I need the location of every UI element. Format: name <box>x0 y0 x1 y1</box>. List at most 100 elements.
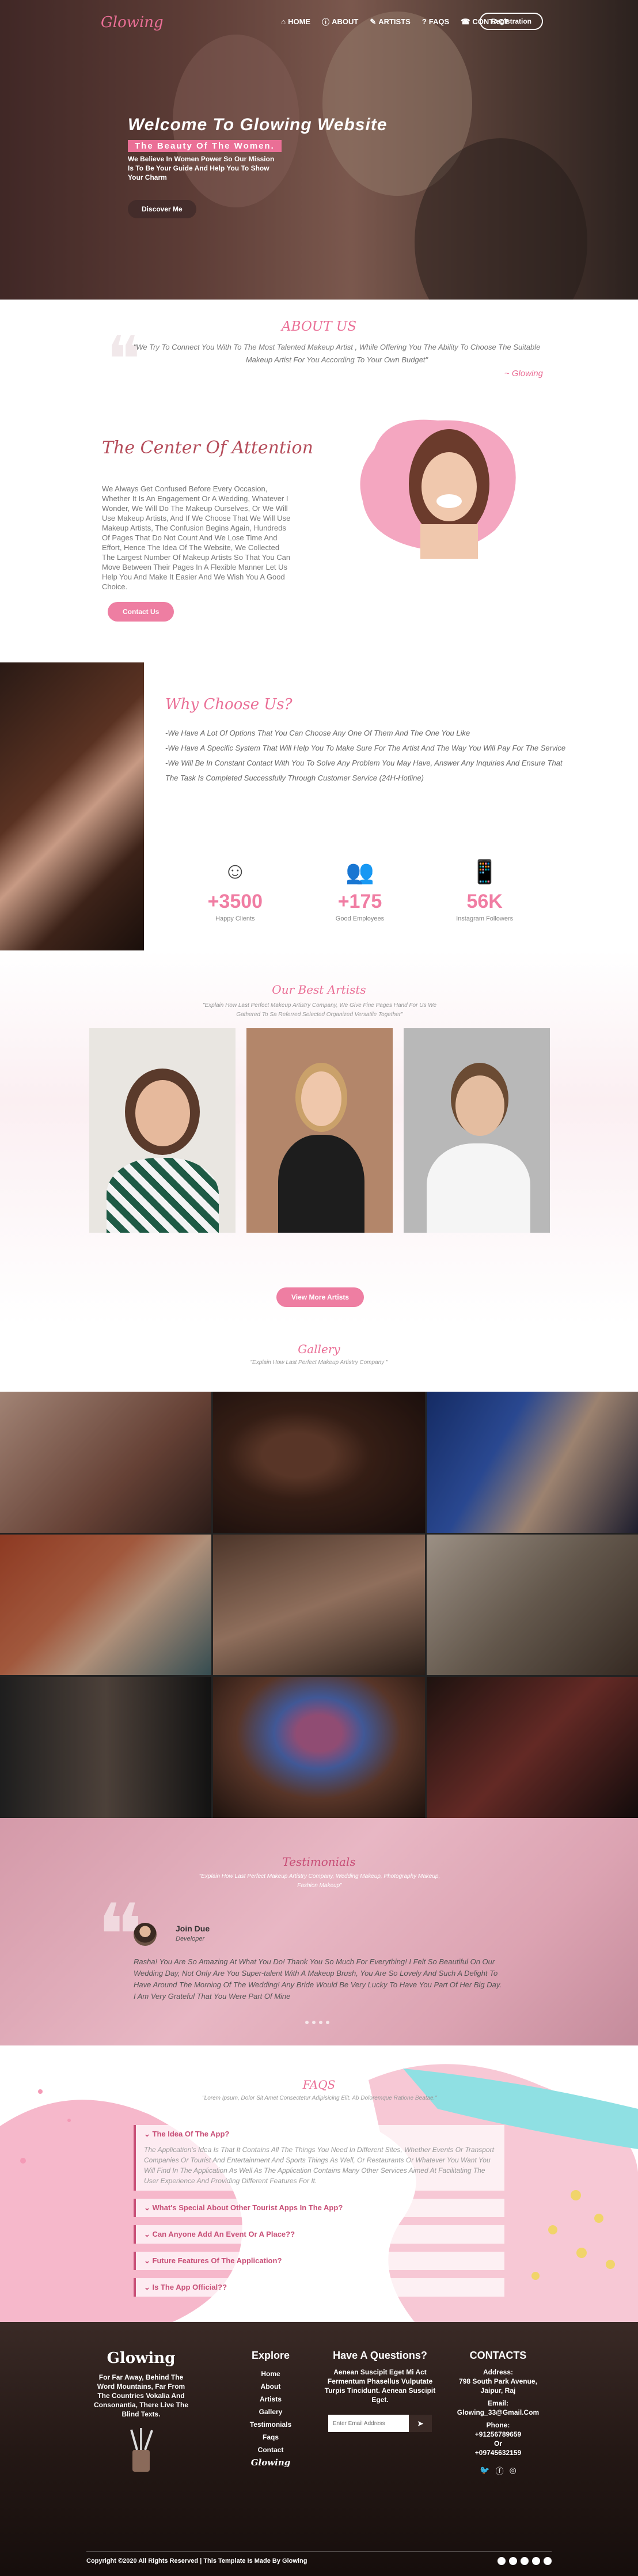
chevron-down-icon: ⌄ <box>144 2230 153 2238</box>
stats: ☺ +3500 Happy Clients 👥 +175 Good Employees … <box>173 858 547 922</box>
pinterest-icon[interactable] <box>544 2557 552 2565</box>
faq-section: FAQS "Lorem Ipsum, Dolor Sit Amet Consec… <box>0 2045 638 2322</box>
footer-contacts-title: CONTACTS <box>469 2350 527 2361</box>
about-quote-author: ~ Glowing <box>504 369 543 378</box>
footer-explore-title: Explore <box>251 2350 290 2361</box>
social-icons-bottom <box>498 2557 552 2565</box>
contact-us-button[interactable]: Contact Us <box>108 602 174 622</box>
social-links: 🐦 ⓕ ◎ <box>449 2465 547 2477</box>
makeup-brushes-icon <box>130 2428 153 2472</box>
instagram-icon[interactable]: ◎ <box>510 2465 517 2477</box>
stat-employees: 👥 +175 Good Employees <box>314 858 406 922</box>
navbar: Glowing ⌂ HOME ⓘ ABOUT ✎ ARTISTS? FAQS ☎ CONTACT… <box>0 10 638 33</box>
footer-link[interactable]: Gallery <box>236 2405 305 2418</box>
testimonials-title: Testimonials <box>282 1855 356 1869</box>
footer-link[interactable]: Faqs <box>236 2431 305 2444</box>
testimonial-role: Developer <box>176 1935 205 1942</box>
twitter-icon[interactable]: 🐦 <box>480 2465 489 2477</box>
faq-item[interactable]: ⌄ Can Anyone Add An Event Or A Place?? <box>134 2225 504 2244</box>
contact-icon: ☎ <box>461 17 470 26</box>
home-icon: ⌂ <box>281 17 286 26</box>
twitter-icon[interactable] <box>498 2557 506 2565</box>
phone-value[interactable]: +91256789659 <box>449 2430 547 2439</box>
employees-icon: 👥 <box>345 859 374 885</box>
facebook-icon[interactable] <box>509 2557 517 2565</box>
center-text: We Always Get Confused Before Every Occa… <box>102 484 291 591</box>
gallery-image[interactable] <box>213 1392 425 1533</box>
email-value[interactable]: Glowing_33@Gmail.Com <box>449 2408 547 2417</box>
footer-link[interactable]: About <box>236 2380 305 2393</box>
discover-button[interactable]: Discover Me <box>128 200 196 218</box>
about-section: ❝ ABOUT US "We Try To Connect You With T… <box>0 300 638 415</box>
view-more-artists-button[interactable]: View More Artists <box>276 1287 364 1307</box>
gallery-image[interactable] <box>426 1534 638 1676</box>
email-label: Email: <box>487 2399 508 2407</box>
footer-logo: Glowing <box>107 2350 176 2367</box>
nav-label: HOME <box>288 17 311 26</box>
footer-question: Have A Questions? Aenean Suscipit Eget M… <box>322 2350 438 2432</box>
registration-button[interactable]: Registration <box>479 13 543 30</box>
faq-item[interactable]: ⌄ Is The App Official?? <box>134 2278 504 2297</box>
send-button[interactable]: ➤ <box>409 2415 432 2432</box>
logo[interactable]: Glowing <box>101 14 164 31</box>
model-photo-blob <box>360 419 516 559</box>
stat-label: Instagram Followers <box>456 915 514 922</box>
why-point: -We Have A Lot Of Options That You Can C… <box>165 729 470 737</box>
artist-card[interactable] <box>404 1028 550 1233</box>
gallery-image[interactable] <box>213 1677 425 1818</box>
copyright: Copyright ©2020 All Rights Reserved | Th… <box>86 2551 552 2564</box>
stat-instagram: 📱 56K Instagram Followers <box>439 858 531 922</box>
faq-answer: The Application's Idea Is That It Contai… <box>144 2146 494 2185</box>
footer-link[interactable]: Testimonials <box>236 2418 305 2431</box>
nav-item-artists[interactable]: ✎ ARTISTS <box>370 16 411 27</box>
nav-item-about[interactable]: ⓘ ABOUT <box>322 16 358 27</box>
instagram-icon: 📱 <box>470 859 499 885</box>
chevron-down-icon: ⌄ <box>144 2256 153 2265</box>
faq-question: Future Features Of The Application? <box>152 2256 282 2265</box>
gallery-image[interactable] <box>213 1534 425 1676</box>
gallery-image[interactable] <box>426 1392 638 1533</box>
facebook-icon[interactable]: ⓕ <box>496 2465 504 2477</box>
nav-item-faqs[interactable]: ? FAQS <box>422 16 449 27</box>
footer-brand: Glowing For Far Away, Behind The Word Mo… <box>92 2350 190 2476</box>
address-label: Address: <box>483 2368 513 2376</box>
email-field[interactable] <box>328 2415 409 2432</box>
stat-value: +175 <box>337 891 382 912</box>
footer-link[interactable]: Artists <box>236 2393 305 2405</box>
nav-menu: ⌂ HOME ⓘ ABOUT ✎ ARTISTS? FAQS ☎ CONTACT <box>281 16 508 27</box>
gallery-section: Gallery "Explain How Last Perfect Makeup… <box>0 1325 638 1818</box>
gallery-image[interactable] <box>426 1677 638 1818</box>
footer-link[interactable]: Contact <box>236 2444 305 2456</box>
youtube-icon[interactable] <box>532 2557 540 2565</box>
stat-label: Good Employees <box>335 915 385 922</box>
stat-value: 56K <box>466 891 503 912</box>
info-icon: ⓘ <box>322 18 330 26</box>
center-title: The Center Of Attention <box>102 438 313 458</box>
nav-label: FAQS <box>428 17 450 26</box>
phone-label: Phone: <box>486 2421 510 2429</box>
phone-or: Or <box>493 2439 502 2448</box>
hero-section: Glowing ⌂ HOME ⓘ ABOUT ✎ ARTISTS? FAQS ☎ CONTACT… <box>0 0 638 300</box>
instagram-icon[interactable] <box>521 2557 529 2565</box>
stat-happy-clients: ☺ +3500 Happy Clients <box>189 858 281 922</box>
faq-item[interactable]: ⌄ Future Features Of The Application? <box>134 2252 504 2270</box>
artist-card[interactable] <box>246 1028 393 1233</box>
footer-brand-text: For Far Away, Behind The Word Mountains,… <box>93 2373 189 2418</box>
phone-value[interactable]: +09745632159 <box>449 2448 547 2457</box>
about-title: ABOUT US <box>282 319 356 334</box>
nav-item-home[interactable]: ⌂ HOME <box>281 16 310 27</box>
footer: Glowing For Far Away, Behind The Word Mo… <box>0 2322 638 2576</box>
artist-card[interactable] <box>89 1028 236 1233</box>
faq-item[interactable]: ⌄ What's Special About Other Tourist App… <box>134 2199 504 2217</box>
faq-item[interactable]: ⌄ The Idea Of The App? The Application's … <box>134 2125 504 2191</box>
nav-label: ABOUT <box>332 17 359 26</box>
newsletter-form: ➤ <box>322 2415 438 2432</box>
gallery-image[interactable] <box>0 1534 212 1676</box>
carousel-dots[interactable] <box>305 2021 329 2024</box>
artists-section: Our Best Artists "Explain How Last Perfe… <box>0 950 638 1325</box>
gallery-image[interactable] <box>0 1392 212 1533</box>
chevron-down-icon: ⌄ <box>144 2203 153 2212</box>
footer-link[interactable]: Home <box>236 2367 305 2380</box>
hero-title: Welcome To Glowing Website <box>128 115 388 134</box>
gallery-image[interactable] <box>0 1677 212 1818</box>
